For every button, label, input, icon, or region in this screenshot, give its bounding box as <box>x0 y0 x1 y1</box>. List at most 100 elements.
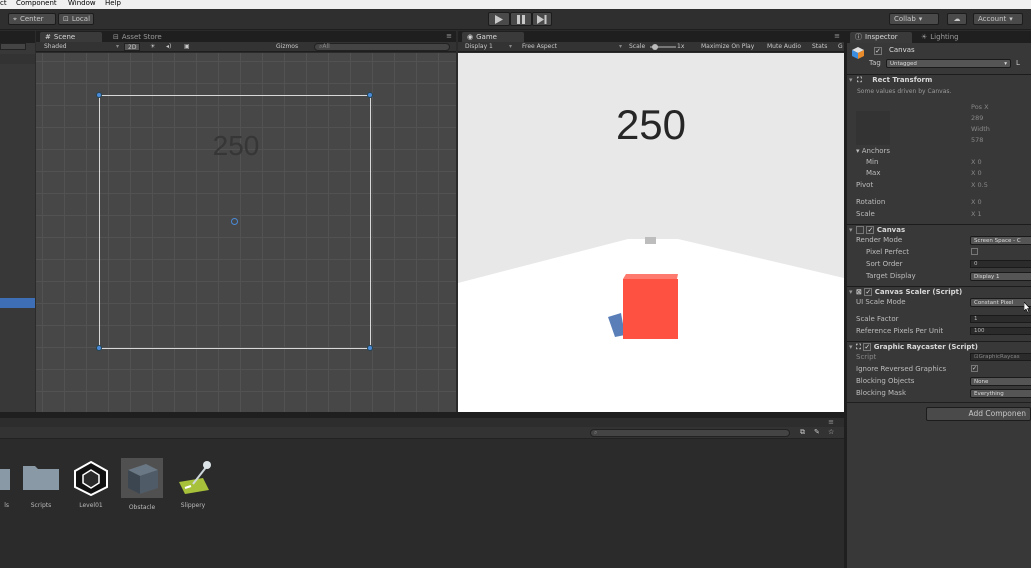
project-search-input[interactable]: ⌕ <box>590 429 790 437</box>
pivot-circle-handle[interactable] <box>231 218 238 225</box>
aspect-dropdown[interactable]: Free Aspect <box>522 42 557 52</box>
pivot-center-button[interactable]: ⌖ Center <box>8 13 56 25</box>
shading-dropdown[interactable]: Shaded <box>44 42 67 52</box>
panel-menu-icon[interactable]: ≡ <box>446 32 452 40</box>
tag-dropdown[interactable]: Untagged ▾ <box>886 59 1011 68</box>
ui-scale-mode-dropdown[interactable]: Constant Pixel <box>970 298 1031 307</box>
favorite-star-icon[interactable]: ☆ <box>828 428 834 436</box>
width-field[interactable]: 578 <box>971 136 983 144</box>
raycaster-icon: ⛶ <box>855 343 861 351</box>
maximize-on-play-toggle[interactable]: Maximize On Play <box>701 42 754 52</box>
pivot-x-field[interactable]: X 0.5 <box>971 181 988 190</box>
toggle-2d-button[interactable]: 2D <box>124 43 141 51</box>
player-cube <box>623 279 678 339</box>
display-dropdown[interactable]: Display 1 <box>465 42 493 52</box>
reference-ppu-field[interactable]: 100 <box>970 327 1031 335</box>
prefab-cube-icon <box>128 464 158 494</box>
tab-lighting[interactable]: ☀ Lighting <box>916 32 964 43</box>
graphic-raycaster-header[interactable]: ▾ ⛶ ✓ Graphic Raycaster (Script) <box>847 341 1031 352</box>
anchor-min-label: Min <box>866 158 879 166</box>
stats-toggle[interactable]: Stats <box>812 42 827 52</box>
canvas-scaler-enabled-checkbox[interactable]: ✓ <box>864 288 873 296</box>
rect-transform-icon: ⛶ <box>856 76 862 84</box>
play-icon <box>495 14 503 24</box>
panel-menu-icon[interactable]: ≡ <box>834 32 840 40</box>
ignore-reversed-checkbox[interactable]: ✓ <box>971 365 978 372</box>
filter-by-label-icon[interactable]: ✎ <box>814 428 820 436</box>
step-button[interactable] <box>532 12 552 26</box>
main-toolbar: ⌖ Center ⊡ Local Collab ▾ ☁ Account ▾ <box>0 9 1031 30</box>
mute-audio-toggle[interactable]: Mute Audio <box>767 42 801 52</box>
target-display-label: Target Display <box>866 272 916 280</box>
panel-menu-icon[interactable]: ≡ <box>828 418 834 426</box>
render-mode-dropdown[interactable]: Screen Space - C <box>970 236 1031 245</box>
canvas-enabled-checkbox[interactable]: ✓ <box>866 226 875 234</box>
lighting-icon: ☀ <box>921 33 928 41</box>
blocking-mask-dropdown[interactable]: Everything <box>970 389 1031 398</box>
rect-transform-header[interactable]: ▾ ⛶ Rect Transform <box>847 74 1031 85</box>
scene-score-text[interactable]: 250 <box>176 130 296 162</box>
filter-by-type-icon[interactable]: ⧉ <box>800 428 805 437</box>
scene-search-input[interactable]: ⌕All <box>314 43 450 51</box>
target-display-dropdown[interactable]: Display 1 <box>970 272 1031 281</box>
collab-button[interactable]: Collab ▾ <box>889 13 939 25</box>
pixel-perfect-checkbox[interactable] <box>971 248 978 255</box>
scale-slider-thumb[interactable] <box>652 44 658 50</box>
blocking-objects-dropdown[interactable]: None <box>970 377 1031 386</box>
scene-viewport[interactable]: 250 <box>36 53 456 412</box>
anchor-max-x-field[interactable]: X 0 <box>971 169 982 178</box>
pause-icon <box>517 14 525 24</box>
add-component-button[interactable]: Add Componen <box>926 407 1031 421</box>
player-cube-top <box>623 274 678 279</box>
menu-item-component[interactable]: Component <box>16 0 57 8</box>
asset-item[interactable]: Scripts <box>17 460 65 509</box>
hierarchy-selected-item[interactable] <box>0 298 35 308</box>
canvas-scaler-header[interactable]: ▾ ⊠ ✓ Canvas Scaler (Script) <box>847 286 1031 297</box>
asset-item[interactable]: Slippery <box>169 460 217 509</box>
rect-handle-top-right[interactable] <box>367 92 373 98</box>
active-checkbox[interactable]: ✓ <box>874 47 882 55</box>
canvas-component-header[interactable]: ▾ ✓ Canvas <box>847 224 1031 235</box>
pixel-perfect-label: Pixel Perfect <box>866 248 909 256</box>
hierarchy-panel <box>0 31 35 412</box>
rect-handle-top-left[interactable] <box>96 92 102 98</box>
rotation-x-field[interactable]: X 0 <box>971 198 982 207</box>
tab-inspector[interactable]: ⓘ Inspector <box>850 32 912 43</box>
script-field[interactable]: ⊡GraphicRaycas <box>970 353 1031 361</box>
object-name-field[interactable]: Canvas <box>889 46 915 54</box>
folder-icon <box>0 469 10 490</box>
chevron-down-icon: ▾ <box>509 43 513 50</box>
lighting-toggle-icon[interactable]: ☀ <box>150 42 155 52</box>
menu-item-help[interactable]: Help <box>105 0 121 8</box>
cloud-button[interactable]: ☁ <box>947 13 967 25</box>
game-gizmos-toggle[interactable]: G <box>838 42 843 52</box>
hierarchy-search[interactable] <box>0 43 26 50</box>
scale-factor-field[interactable]: 1 <box>970 315 1031 323</box>
hierarchy-root-row[interactable] <box>0 54 35 64</box>
game-viewport[interactable]: 250 <box>458 53 844 412</box>
menu-item-window[interactable]: Window <box>68 0 96 8</box>
space-local-button[interactable]: ⊡ Local <box>58 13 94 25</box>
asset-item[interactable]: ls <box>0 460 16 509</box>
pause-button[interactable] <box>510 12 532 26</box>
asset-item-selected[interactable]: Obstacle <box>121 458 163 511</box>
account-button[interactable]: Account ▾ <box>973 13 1023 25</box>
raycaster-enabled-checkbox[interactable]: ✓ <box>863 343 872 351</box>
rect-handle-bottom-left[interactable] <box>96 345 102 351</box>
sort-order-field[interactable]: 0 <box>970 260 1031 268</box>
step-icon <box>537 14 547 24</box>
gizmos-dropdown[interactable]: Gizmos <box>276 42 298 52</box>
audio-toggle-icon[interactable]: ◂) <box>166 42 171 52</box>
play-button[interactable] <box>488 12 510 26</box>
pos-x-field[interactable]: 289 <box>971 114 983 122</box>
menu-item-project[interactable]: ct <box>0 0 7 8</box>
anchors-foldout[interactable]: ▾ Anchors <box>856 147 890 156</box>
anchor-min-x-field[interactable]: X 0 <box>971 158 982 167</box>
rect-handle-bottom-right[interactable] <box>367 345 373 351</box>
scale-x-field[interactable]: X 1 <box>971 210 982 219</box>
effects-toggle-icon[interactable]: ▣ <box>184 42 190 52</box>
anchor-preset-button[interactable] <box>856 111 890 145</box>
asset-item[interactable]: Level01 <box>67 460 115 509</box>
mouse-cursor-icon <box>1024 302 1031 313</box>
component-divider <box>847 402 1031 403</box>
